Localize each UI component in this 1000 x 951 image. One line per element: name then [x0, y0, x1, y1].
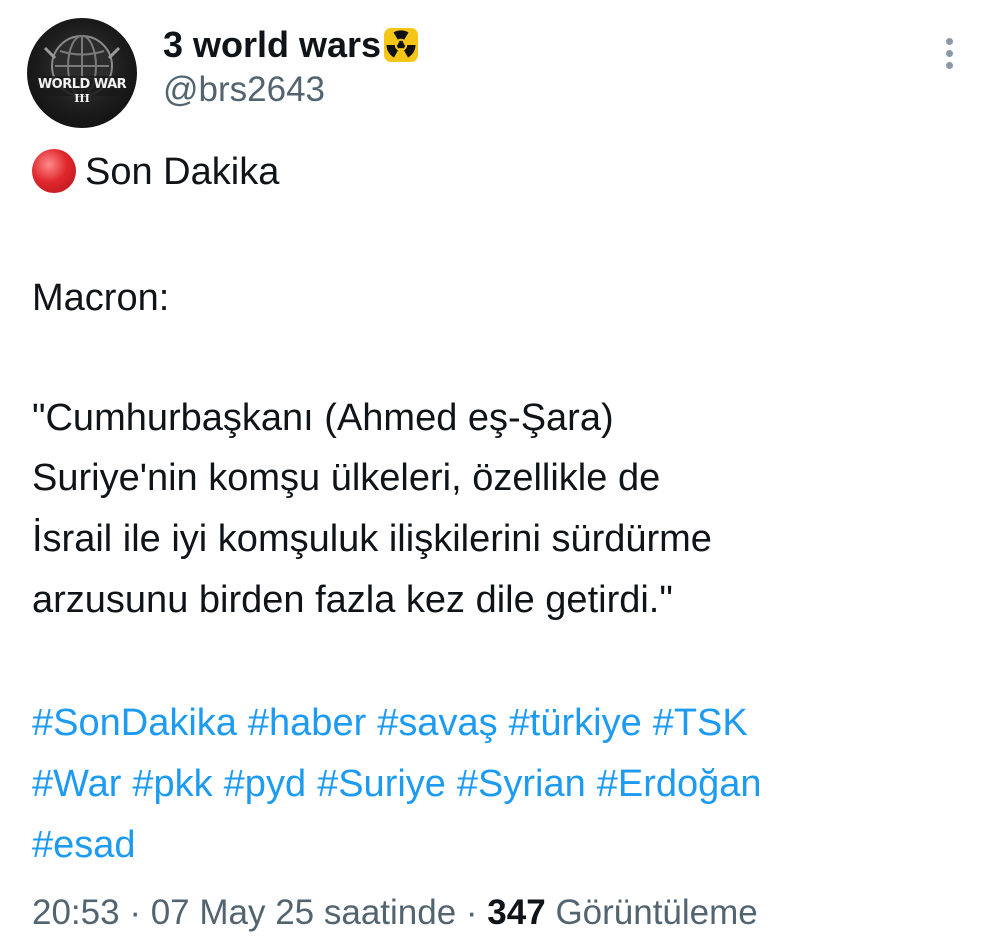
views-label: Görüntüleme: [555, 893, 758, 932]
meta-separator: ·: [119, 893, 151, 932]
hashtag-link[interactable]: #Erdoğan: [597, 763, 762, 805]
avatar[interactable]: WORLD WAR III: [27, 18, 137, 128]
red-circle-icon: [32, 149, 76, 193]
user-handle[interactable]: @brs2643: [163, 70, 325, 110]
quote-line: İsrail ile iyi komşuluk ilişkilerini sür…: [32, 518, 712, 560]
hashtag-link[interactable]: #SonDakika: [32, 702, 237, 744]
avatar-title: WORLD WAR: [37, 77, 127, 92]
quote-line: arzusunu birden fazla kez dile getirdi.": [32, 579, 673, 621]
quote-line: "Cumhurbaşkanı (Ahmed eş-Şara): [32, 397, 614, 439]
views-count: 347: [487, 893, 546, 932]
hashtag-link[interactable]: #Syrian: [457, 763, 586, 805]
hashtag-link[interactable]: #TSK: [653, 702, 748, 744]
meta-separator: ·: [456, 893, 488, 932]
more-vertical-icon[interactable]: [934, 38, 964, 78]
tweet-line-speaker: Macron:: [32, 277, 170, 319]
hashtag-link[interactable]: #Suriye: [317, 763, 446, 805]
radioactive-icon: [384, 28, 419, 62]
hashtag-link[interactable]: #türkiye: [509, 702, 642, 744]
avatar-subtitle: III: [74, 92, 90, 105]
hashtag-link[interactable]: #esad: [32, 824, 136, 866]
hashtag-link[interactable]: #savaş: [377, 702, 497, 744]
hashtag-link[interactable]: #pyd: [224, 763, 306, 805]
breaking-label: Son Dakika: [85, 151, 280, 193]
tweet-meta: 20:53 · 07 May 25 saatinde · 347 Görüntü…: [32, 893, 758, 933]
hashtag-list: #SonDakika #haber #savaş #türkiye #TSK #War #p…: [32, 693, 982, 876]
tweet-date[interactable]: 07 May 25 saatinde: [151, 893, 456, 932]
hashtag-link[interactable]: #War: [32, 763, 121, 805]
tweet: WORLD WAR III 3 world wars @brs2643 Son …: [0, 0, 1000, 951]
quote-line: Suriye'nin komşu ülkeleri, özellikle de: [32, 457, 661, 499]
display-name-row[interactable]: 3 world wars: [163, 22, 419, 68]
hashtag-link[interactable]: #haber: [248, 702, 366, 744]
tweet-time[interactable]: 20:53: [32, 893, 120, 932]
hashtag-link[interactable]: #pkk: [132, 763, 212, 805]
display-name[interactable]: 3 world wars: [163, 24, 381, 66]
tweet-line-breaking: Son Dakika: [32, 142, 279, 202]
globe-emblem-icon: [39, 35, 125, 97]
